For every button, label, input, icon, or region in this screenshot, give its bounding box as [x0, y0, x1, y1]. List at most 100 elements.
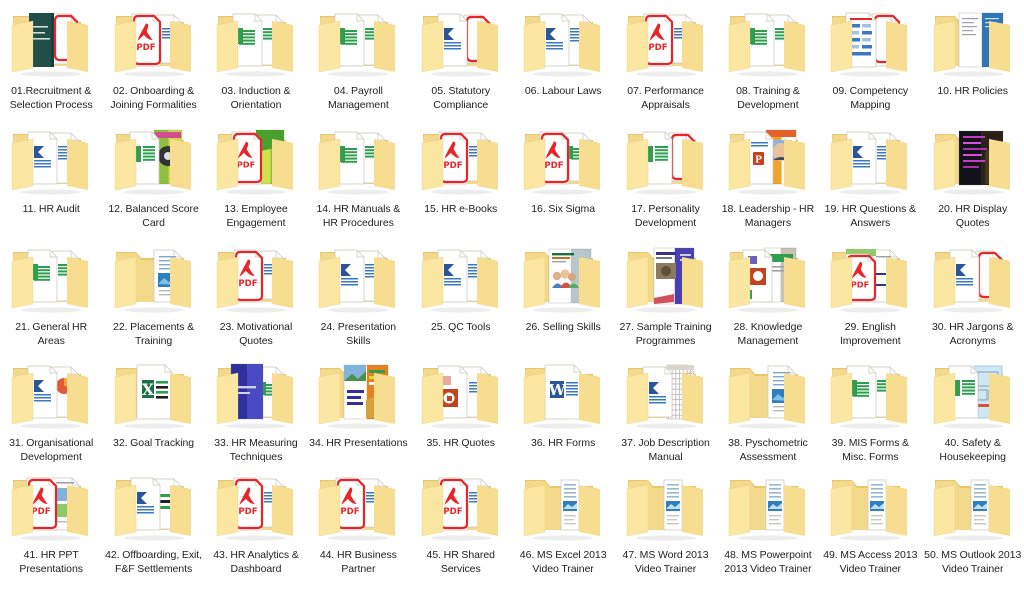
- folder-item[interactable]: 48. MS Powerpoint 2013 Video Trainer: [717, 464, 819, 577]
- folder-with-pdf-icon[interactable]: PDF: [417, 122, 505, 198]
- folder-item[interactable]: 11. HR Audit: [0, 118, 102, 236]
- folder-item[interactable]: PDF 13. Employee Engagement: [205, 118, 307, 236]
- folder-with-pdf-icon[interactable]: PDF: [622, 4, 710, 80]
- folder-item[interactable]: PDF 07. Performance Appraisals: [614, 0, 716, 118]
- folder-with-word-file-icon[interactable]: W: [519, 356, 607, 432]
- folder-item[interactable]: 09. Competency Mapping: [819, 0, 921, 118]
- folder-with-pdf-and-chart-icon[interactable]: PDF: [7, 468, 95, 544]
- folder-item[interactable]: PDF 41. HR PPT Presentations: [0, 464, 102, 577]
- folder-item[interactable]: 35. HR Quotes: [410, 352, 512, 464]
- folder-with-excel-file-icon[interactable]: X: [110, 356, 198, 432]
- folder-with-pdf-and-excel-icon[interactable]: PDF: [519, 122, 607, 198]
- folder-item[interactable]: 10. HR Policies: [922, 0, 1024, 118]
- folder-item[interactable]: PDF 23. Motivational Quotes: [205, 236, 307, 352]
- folder-with-ppt-doc-icon[interactable]: [417, 356, 505, 432]
- folder-with-pdf-icon[interactable]: PDF: [314, 468, 402, 544]
- folder-item[interactable]: 05. Statutory Compliance: [410, 0, 512, 118]
- folder-with-word-and-pdf-icon[interactable]: [417, 4, 505, 80]
- folder-item[interactable]: 34. HR Presentations: [307, 352, 409, 464]
- folder-with-pdf-icon[interactable]: PDF: [212, 468, 300, 544]
- folder-item[interactable]: 24. Presentation Skills: [307, 236, 409, 352]
- folder-item[interactable]: 31. Organisational Development: [0, 352, 102, 464]
- folder-with-video-sheet-icon[interactable]: [622, 468, 710, 544]
- folder-item[interactable]: X 32. Goal Tracking: [102, 352, 204, 464]
- folder-item[interactable]: PDF 15. HR e-Books: [410, 118, 512, 236]
- folder-with-purple-book-icon[interactable]: [622, 240, 710, 316]
- folder-item[interactable]: PDF 16. Six Sigma: [512, 118, 614, 236]
- folder-with-pdf-icon[interactable]: PDF: [417, 468, 505, 544]
- folder-with-pdf-icon[interactable]: PDF: [110, 4, 198, 80]
- folder-item[interactable]: 47. MS Word 2013 Video Trainer: [614, 464, 716, 577]
- folder-item[interactable]: 25. QC Tools: [410, 236, 512, 352]
- folder-item[interactable]: 21. General HR Areas: [0, 236, 102, 352]
- folder-item[interactable]: 17. Personality Development: [614, 118, 716, 236]
- folder-with-word-doc-icon[interactable]: [417, 240, 505, 316]
- folder-item[interactable]: 14. HR Manuals & HR Procedures: [307, 118, 409, 236]
- folder-item[interactable]: 19. HR Questions & Answers: [819, 118, 921, 236]
- folder-with-word-and-ppt-icon[interactable]: [7, 356, 95, 432]
- folder-with-people-book-icon[interactable]: [519, 240, 607, 316]
- folder-with-word-doc-icon[interactable]: [519, 4, 607, 80]
- folder-item[interactable]: 33. HR Measuring Techniques: [205, 352, 307, 464]
- folder-with-green-book-ppt-icon[interactable]: [724, 240, 812, 316]
- folder-with-excel-doc-icon[interactable]: [314, 122, 402, 198]
- folder-with-slide-and-pdf-icon[interactable]: [826, 4, 914, 80]
- folder-with-word-and-grid-icon[interactable]: [622, 356, 710, 432]
- folder-item[interactable]: W 36. HR Forms: [512, 352, 614, 464]
- folder-item[interactable]: 38. Pyschometric Assessment: [717, 352, 819, 464]
- folder-with-video-sheet-icon[interactable]: [519, 468, 607, 544]
- folder-item[interactable]: 08. Training & Development: [717, 0, 819, 118]
- folder-item[interactable]: 06. Labour Laws: [512, 0, 614, 118]
- folder-with-blue-book-icon[interactable]: [929, 4, 1017, 80]
- folder-item[interactable]: 22. Placements & Training: [102, 236, 204, 352]
- folder-item[interactable]: P 18. Leadership - HR Managers: [717, 118, 819, 236]
- folder-with-excel-doc-icon[interactable]: [7, 240, 95, 316]
- folder-item[interactable]: 40. Safety & Housekeeping: [922, 352, 1024, 464]
- folder-with-orange-book-icon[interactable]: [314, 356, 402, 432]
- folder-with-pdf-and-green-book-icon[interactable]: PDF: [212, 122, 300, 198]
- folder-item[interactable]: PDF 44. HR Business Partner: [307, 464, 409, 577]
- folder-item[interactable]: PDF 43. HR Analytics & Dashboard: [205, 464, 307, 577]
- folder-with-word-doc-icon[interactable]: [7, 122, 95, 198]
- folder-item[interactable]: 49. MS Access 2013 Video Trainer: [819, 464, 921, 577]
- folder-with-excel-doc-icon[interactable]: [212, 4, 300, 80]
- folder-item[interactable]: 50. MS Outlook 2013 Video Trainer: [922, 464, 1024, 577]
- folder-item[interactable]: PDF 45. HR Shared Services: [410, 464, 512, 577]
- folder-item[interactable]: 30. HR Jargons & Acronyms: [922, 236, 1024, 352]
- folder-with-excel-doc-icon[interactable]: [826, 356, 914, 432]
- folder-with-blue-book-excel-icon[interactable]: [212, 356, 300, 432]
- folder-item[interactable]: PDF 02. Onboarding & Joining Formalities: [102, 0, 204, 118]
- folder-item[interactable]: 28. Knowledge Management: [717, 236, 819, 352]
- folder-with-word-and-excel-icon[interactable]: [110, 468, 198, 544]
- folder-with-excel-and-plan-icon[interactable]: [929, 356, 1017, 432]
- folder-with-photo-doc-icon[interactable]: [724, 356, 812, 432]
- folder-item[interactable]: 42. Offboarding, Exit, F&F Settlements: [102, 464, 204, 577]
- folder-with-pdf-and-book-icon[interactable]: PDF: [826, 240, 914, 316]
- folder-with-video-sheet-icon[interactable]: [929, 468, 1017, 544]
- folder-with-excel-doc-icon[interactable]: [314, 4, 402, 80]
- folder-item[interactable]: 04. Payroll Management: [307, 0, 409, 118]
- folder-item[interactable]: 12. Balanced Score Card: [102, 118, 204, 236]
- folder-with-photo-doc-icon[interactable]: [110, 240, 198, 316]
- folder-item[interactable]: 20. HR Display Quotes: [922, 118, 1024, 236]
- folder-with-word-doc-icon[interactable]: [826, 122, 914, 198]
- folder-with-dark-book-icon[interactable]: [929, 122, 1017, 198]
- folder-item[interactable]: 39. MIS Forms & Misc. Forms: [819, 352, 921, 464]
- folder-with-word-doc-icon[interactable]: [314, 240, 402, 316]
- folder-with-book-teal-icon[interactable]: [7, 4, 95, 80]
- folder-item[interactable]: 03. Induction & Orientation: [205, 0, 307, 118]
- folder-with-excel-and-pdf-icon[interactable]: [622, 122, 710, 198]
- folder-item[interactable]: PDF 29. English Improvement: [819, 236, 921, 352]
- folder-item[interactable]: 27. Sample Training Programmes: [614, 236, 716, 352]
- folder-item[interactable]: 46. MS Excel 2013 Video Trainer: [512, 464, 614, 577]
- folder-item[interactable]: 26. Selling Skills: [512, 236, 614, 352]
- folder-with-portrait-book-icon[interactable]: P: [724, 122, 812, 198]
- folder-with-video-sheet-icon[interactable]: [724, 468, 812, 544]
- folder-item[interactable]: 37. Job Description Manual: [614, 352, 716, 464]
- folder-with-pdf-icon[interactable]: PDF: [212, 240, 300, 316]
- folder-with-video-sheet-icon[interactable]: [826, 468, 914, 544]
- folder-item[interactable]: 01.Recruitment & Selection Process: [0, 0, 102, 118]
- folder-with-excel-and-book-icon[interactable]: [110, 122, 198, 198]
- folder-with-excel-doc-icon[interactable]: [724, 4, 812, 80]
- folder-with-word-and-pdf-icon[interactable]: [929, 240, 1017, 316]
